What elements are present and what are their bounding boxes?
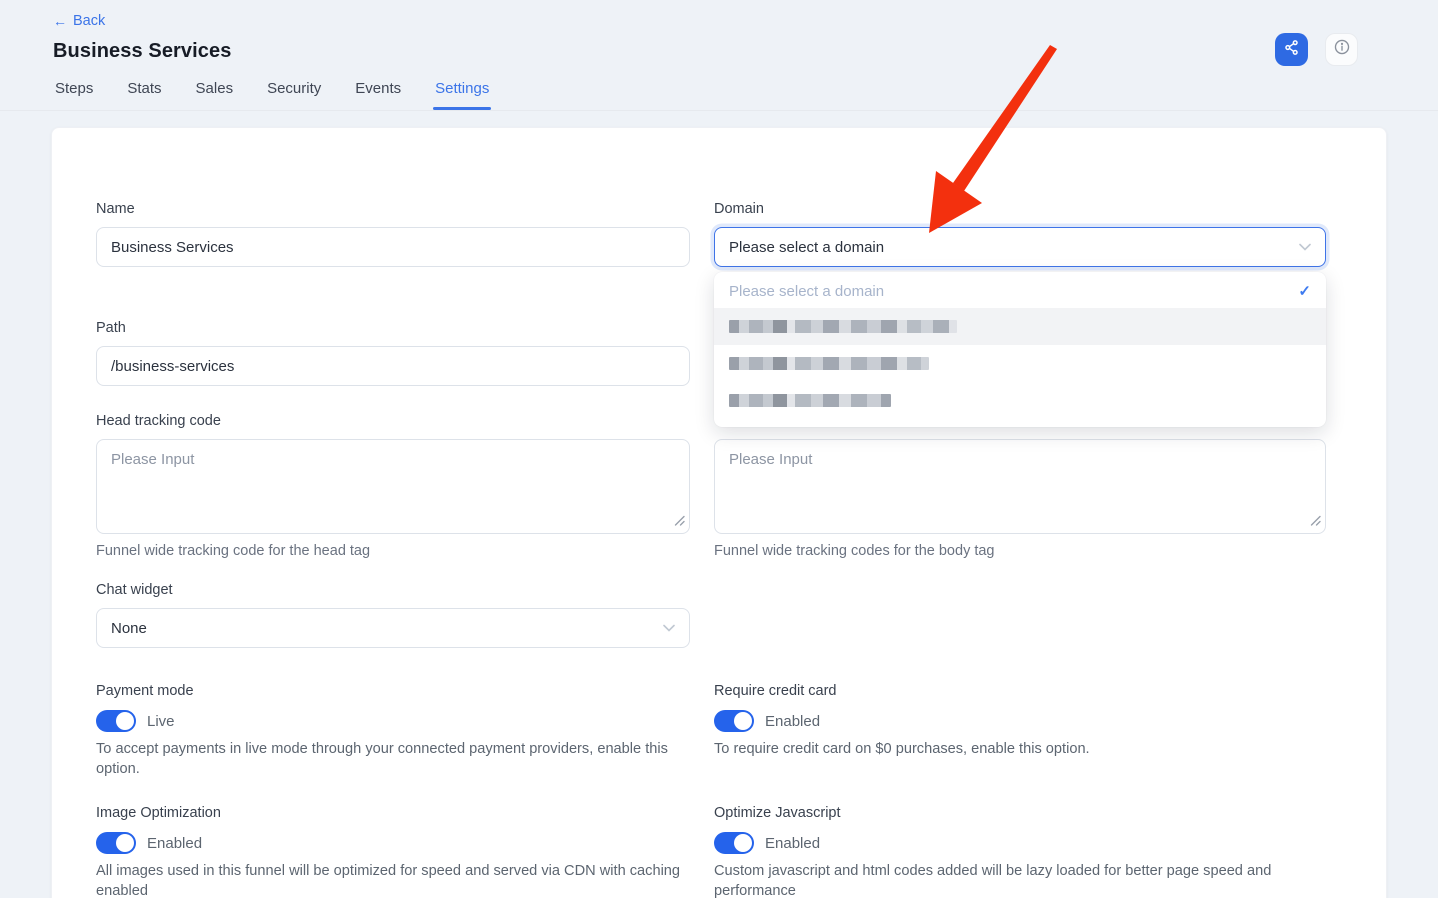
domain-select[interactable]: Please select a domain <box>714 227 1326 267</box>
tab-events[interactable]: Events <box>355 80 401 110</box>
name-input[interactable] <box>96 227 690 267</box>
require-credit-card-group: Require credit card Enabled To require c… <box>714 683 1326 779</box>
domain-select-value: Please select a domain <box>729 239 884 256</box>
path-input[interactable] <box>96 346 690 386</box>
optimize-javascript-state: Enabled <box>765 835 820 852</box>
info-button[interactable] <box>1325 33 1358 66</box>
name-label: Name <box>96 201 690 218</box>
payment-mode-toggle[interactable] <box>96 710 136 732</box>
path-field-group: Path <box>96 320 690 386</box>
share-icon <box>1283 39 1300 61</box>
image-optimization-description: All images used in this funnel will be o… <box>96 862 690 898</box>
payment-mode-group: Payment mode Live To accept payments in … <box>96 683 690 779</box>
domain-dropdown-panel: Please select a domain ✓ <box>714 272 1326 427</box>
redacted-domain-text <box>729 394 891 407</box>
chat-widget-select[interactable]: None <box>96 608 690 648</box>
info-icon <box>1333 38 1351 61</box>
tab-steps[interactable]: Steps <box>55 80 93 110</box>
back-label: Back <box>73 13 105 29</box>
dropdown-option-redacted[interactable] <box>714 308 1326 345</box>
head-tracking-label: Head tracking code <box>96 413 690 430</box>
dropdown-option-label: Please select a domain <box>729 283 884 300</box>
payment-mode-state: Live <box>147 713 175 730</box>
tab-settings[interactable]: Settings <box>435 80 489 110</box>
image-optimization-group: Image Optimization Enabled All images us… <box>96 805 690 898</box>
require-credit-card-label: Require credit card <box>714 683 1326 700</box>
head-tracking-textarea[interactable] <box>96 439 690 534</box>
chevron-down-icon <box>1299 243 1311 251</box>
optimize-javascript-group: Optimize Javascript Enabled Custom javas… <box>714 805 1326 898</box>
require-credit-card-state: Enabled <box>765 713 820 730</box>
domain-field-group: Domain Please select a domain Please sel… <box>714 201 1326 267</box>
optimize-javascript-label: Optimize Javascript <box>714 805 1326 822</box>
back-link[interactable]: ← Back <box>53 13 105 29</box>
body-tracking-helper: Funnel wide tracking codes for the body … <box>714 543 1326 559</box>
payment-mode-description: To accept payments in live mode through … <box>96 740 690 779</box>
chevron-down-icon <box>663 624 675 632</box>
image-optimization-toggle[interactable] <box>96 832 136 854</box>
body-tracking-group: Funnel wide tracking codes for the body … <box>714 413 1326 559</box>
image-optimization-label: Image Optimization <box>96 805 690 822</box>
chat-widget-group: Chat widget None <box>96 582 690 648</box>
page-title: Business Services <box>53 40 1385 63</box>
dropdown-option-redacted[interactable] <box>714 382 1326 419</box>
redacted-domain-text <box>729 320 957 333</box>
redacted-domain-text <box>729 357 929 370</box>
dropdown-option-placeholder[interactable]: Please select a domain ✓ <box>714 272 1326 308</box>
header-actions <box>1275 33 1358 66</box>
tab-bar: Steps Stats Sales Security Events Settin… <box>0 80 1438 110</box>
path-label: Path <box>96 320 690 337</box>
settings-card: Name Domain Please select a domain Pleas… <box>51 127 1387 898</box>
image-optimization-state: Enabled <box>147 835 202 852</box>
require-credit-card-description: To require credit card on $0 purchases, … <box>714 740 1314 760</box>
tab-sales[interactable]: Sales <box>196 80 234 110</box>
domain-label: Domain <box>714 201 1326 218</box>
tab-security[interactable]: Security <box>267 80 321 110</box>
chat-widget-label: Chat widget <box>96 582 690 599</box>
page-header: ← Back Business Services <box>0 0 1438 63</box>
head-tracking-helper: Funnel wide tracking code for the head t… <box>96 543 690 559</box>
payment-mode-label: Payment mode <box>96 683 690 700</box>
head-tracking-group: Head tracking code Funnel wide tracking … <box>96 413 690 559</box>
dropdown-option-redacted[interactable] <box>714 345 1326 382</box>
check-icon: ✓ <box>1298 282 1311 300</box>
optimize-javascript-toggle[interactable] <box>714 832 754 854</box>
back-arrow-icon: ← <box>53 14 67 28</box>
require-credit-card-toggle[interactable] <box>714 710 754 732</box>
name-field-group: Name <box>96 201 690 267</box>
chat-widget-value: None <box>111 620 147 637</box>
tab-stats[interactable]: Stats <box>127 80 161 110</box>
body-tracking-textarea[interactable] <box>714 439 1326 534</box>
optimize-javascript-description: Custom javascript and html codes added w… <box>714 862 1314 898</box>
share-button[interactable] <box>1275 33 1308 66</box>
tabs-divider <box>0 110 1438 111</box>
